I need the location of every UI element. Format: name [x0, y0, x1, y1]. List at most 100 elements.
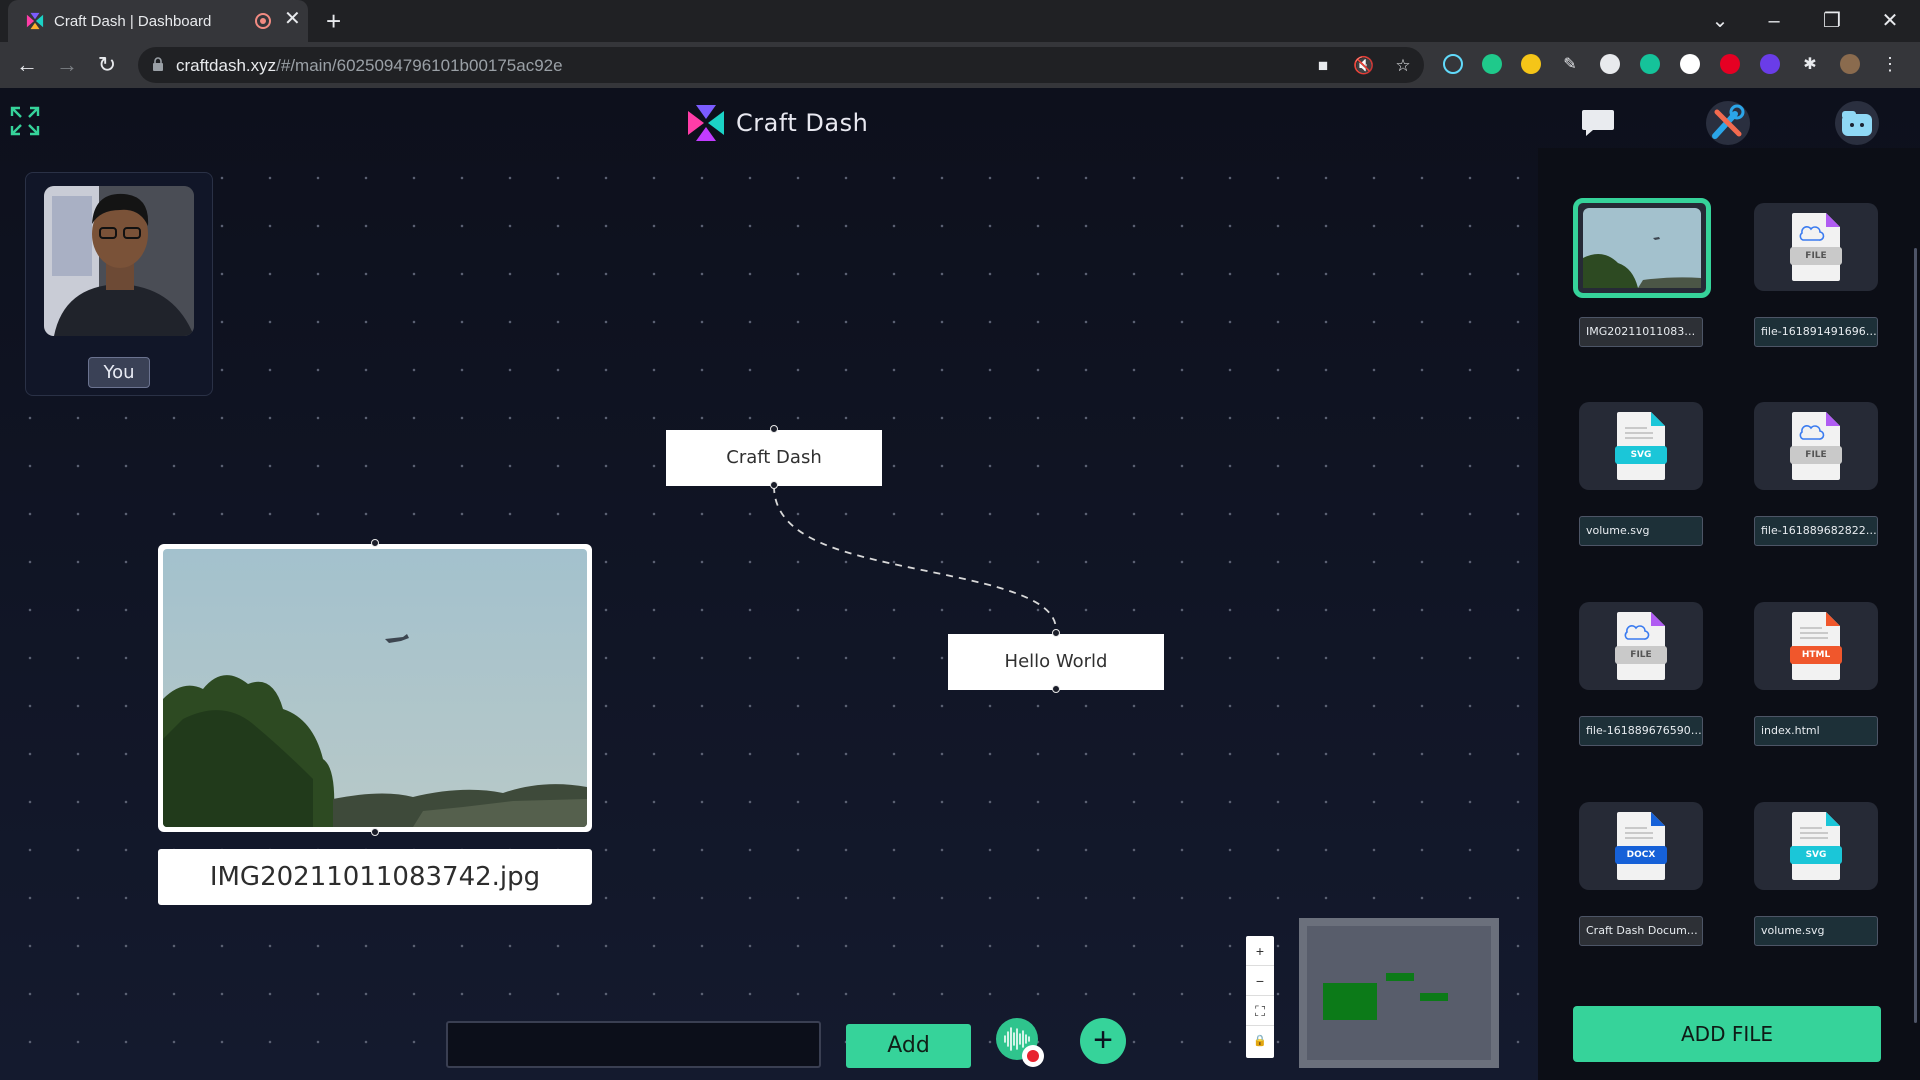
file-name: IMG20211011083742.jpg [1579, 317, 1703, 347]
files-folder-icon [1835, 101, 1879, 145]
add-element-button[interactable]: + [1080, 1018, 1126, 1064]
node-handle-top[interactable] [371, 539, 379, 547]
file-thumb-svg[interactable]: SVG [1754, 802, 1878, 890]
panel-scrollbar[interactable] [1914, 248, 1917, 1023]
grammarly-icon[interactable] [1640, 54, 1660, 74]
file-thumb-generic[interactable]: FILE [1754, 402, 1878, 490]
browser-toolbar: ← → ↻ craftdash.xyz/#/main/6025094796101… [0, 42, 1920, 88]
file-type-badge: SVG [1615, 446, 1667, 464]
file-thumb-generic[interactable]: FILE [1579, 602, 1703, 690]
url-text: craftdash.xyz/#/main/6025094796101b00175… [176, 56, 563, 76]
zoom-out-button[interactable]: − [1246, 966, 1274, 996]
flow-node-hello-world[interactable]: Hello World [948, 634, 1164, 690]
file-doc-icon: FILE [1788, 211, 1844, 283]
node-handle-bottom[interactable] [1052, 685, 1060, 693]
recording-indicator-icon [255, 13, 271, 29]
node-handle-top[interactable] [770, 425, 778, 433]
node-label: Hello World [1004, 651, 1108, 672]
tab-search-icon[interactable]: ⌄ [1700, 6, 1740, 36]
extension-yellow-icon[interactable] [1521, 54, 1541, 74]
file-type-badge: FILE [1790, 446, 1842, 464]
profile-avatar[interactable] [1840, 54, 1860, 74]
tab-tools[interactable] [1703, 98, 1753, 148]
docx-file-icon: DOCX [1613, 810, 1669, 882]
file-type-badge: DOCX [1615, 846, 1667, 864]
file-name: volume.svg [1579, 516, 1703, 546]
add-node-button[interactable]: Add [846, 1024, 971, 1068]
new-tab-button[interactable]: + [326, 6, 341, 36]
lock-button[interactable]: 🔒 [1246, 1026, 1274, 1056]
tab-chat[interactable] [1573, 98, 1623, 148]
craft-dash-logo [688, 105, 724, 141]
record-dot-icon [1022, 1045, 1044, 1067]
camera-icon[interactable]: ■ [1313, 56, 1333, 76]
image-thumbnail [1583, 208, 1701, 288]
file-type-badge: FILE [1615, 646, 1667, 664]
restore-button[interactable]: ❐ [1812, 6, 1852, 36]
flow-node-image[interactable] [158, 544, 592, 832]
minimap[interactable] [1299, 918, 1499, 1068]
extension-purple-icon[interactable] [1760, 54, 1780, 74]
address-bar[interactable]: craftdash.xyz/#/main/6025094796101b00175… [138, 47, 1424, 83]
sky-airplane-photo [163, 549, 587, 827]
fullscreen-expand-icon[interactable] [10, 106, 40, 136]
tools-icon [1706, 101, 1750, 145]
brand-name: Craft Dash [736, 109, 869, 137]
node-handle-bottom[interactable] [770, 481, 778, 489]
craft-dash-favicon [26, 12, 44, 30]
minimap-node [1386, 973, 1414, 981]
puzzle-extensions-icon[interactable]: ✱ [1800, 54, 1820, 74]
lock-icon [153, 57, 163, 71]
svg-file-icon: SVG [1788, 810, 1844, 882]
brand: Craft Dash [686, 102, 868, 144]
reload-button[interactable]: ↻ [92, 50, 122, 80]
forward-button[interactable]: → [52, 50, 82, 80]
w-extension-icon[interactable] [1600, 54, 1620, 74]
close-tab-icon[interactable]: ✕ [284, 9, 301, 29]
browser-tabstrip: Craft Dash | Dashboard ✕ + ⌄ – ❐ ✕ [0, 0, 1920, 42]
html-file-icon: HTML [1788, 610, 1844, 682]
file-thumb-html[interactable]: HTML [1754, 602, 1878, 690]
node-handle-bottom[interactable] [371, 828, 379, 836]
pinterest-icon[interactable] [1720, 54, 1740, 74]
participant-video [44, 186, 194, 336]
tab-title: Craft Dash | Dashboard [54, 13, 212, 30]
minimize-button[interactable]: – [1754, 6, 1794, 36]
back-button[interactable]: ← [12, 50, 42, 80]
react-devtools-icon[interactable] [1443, 54, 1463, 74]
flow-node-craft-dash[interactable]: Craft Dash [666, 430, 882, 486]
kebab-menu-icon[interactable]: ⋮ [1880, 54, 1900, 74]
file-doc-icon: FILE [1788, 410, 1844, 482]
browser-tab[interactable]: Craft Dash | Dashboard ✕ [8, 0, 308, 42]
zoom-in-button[interactable]: + [1246, 936, 1274, 966]
zoom-controls: + − ⛶ 🔒 [1246, 936, 1274, 1058]
node-handle-top[interactable] [1052, 629, 1060, 637]
craft-dash-app: Craft Dash You Craft Dash Hello World IM… [0, 88, 1920, 1080]
tab-files[interactable] [1832, 98, 1882, 148]
file-thumb-generic[interactable]: FILE [1754, 203, 1878, 291]
file-thumb-image[interactable] [1573, 198, 1711, 298]
bookmark-star-icon[interactable]: ☆ [1393, 56, 1413, 76]
close-window-button[interactable]: ✕ [1870, 6, 1910, 36]
participant-name-badge: You [88, 357, 150, 388]
url-path: /#/main/6025094796101b00175ac92e [276, 56, 563, 75]
extension-white-icon[interactable] [1680, 54, 1700, 74]
file-name: index.html [1754, 716, 1878, 746]
image-caption: IMG20211011083742.jpg [158, 849, 592, 905]
fit-view-button[interactable]: ⛶ [1246, 996, 1274, 1026]
url-host: craftdash.xyz [176, 56, 277, 75]
node-label: Craft Dash [726, 447, 822, 468]
node-text-input[interactable] [446, 1021, 821, 1068]
add-file-button[interactable]: ADD FILE [1573, 1006, 1881, 1062]
file-type-badge: SVG [1790, 846, 1842, 864]
file-thumb-docx[interactable]: DOCX [1579, 802, 1703, 890]
svg-file-icon: SVG [1613, 410, 1669, 482]
extension-green-icon[interactable] [1482, 54, 1502, 74]
muted-speaker-icon[interactable]: 🔇 [1353, 56, 1374, 76]
pen-icon[interactable]: ✎ [1560, 54, 1580, 74]
file-name: file-1618896828225... [1754, 516, 1878, 546]
file-name: file-1618914916960.m... [1754, 317, 1878, 347]
file-thumb-svg[interactable]: SVG [1579, 402, 1703, 490]
file-type-badge: HTML [1790, 646, 1842, 664]
file-doc-icon: FILE [1613, 610, 1669, 682]
